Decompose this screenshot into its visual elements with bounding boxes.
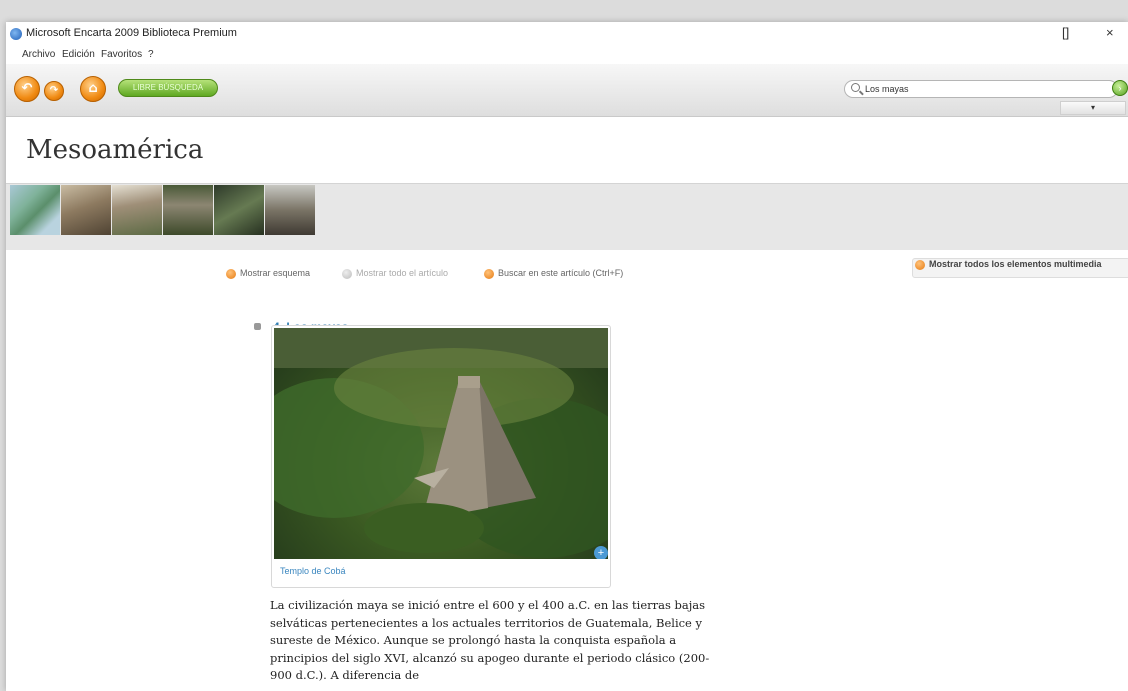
section-figure: + Templo de Cobá	[271, 325, 611, 588]
menu-edicion[interactable]: Edición	[62, 49, 95, 60]
title-bar: Microsoft Encarta 2009 Biblioteca Premiu…	[6, 22, 1128, 46]
thumbnail-map[interactable]	[10, 185, 60, 235]
photo-caption[interactable]: Templo de Cobá	[280, 566, 346, 576]
encarta-window: Microsoft Encarta 2009 Biblioteca Premiu…	[6, 22, 1128, 691]
search-article-icon	[484, 268, 494, 279]
article-header: Mesoamérica	[6, 117, 1128, 184]
search-dropdown-button[interactable]: ▾	[1060, 101, 1126, 115]
show-whole-article-label: Mostrar todo el artículo	[356, 268, 449, 278]
home-button[interactable]: ⌂	[80, 76, 106, 102]
thumbnail-pyramid[interactable]	[61, 185, 111, 235]
search-icon	[851, 83, 860, 92]
show-outline-link[interactable]: Mostrar esquema	[226, 268, 310, 279]
thumbnail-jungle[interactable]	[214, 185, 264, 235]
thumbnail-temple[interactable]	[163, 185, 213, 235]
collapse-icon[interactable]	[254, 323, 261, 331]
article-body-text: La civilización maya se inició entre el …	[270, 598, 710, 682]
show-outline-label: Mostrar esquema	[240, 268, 311, 278]
whole-article-icon	[342, 268, 352, 279]
show-whole-article-link[interactable]: Mostrar todo el artículo	[342, 268, 448, 279]
article-title: Mesoamérica	[26, 135, 204, 165]
search-input[interactable]	[865, 82, 1105, 95]
close-button[interactable]: ×	[1106, 25, 1114, 40]
free-search-button[interactable]: LIBRE BÚSQUEDA	[118, 79, 218, 97]
forward-button[interactable]: ↷	[44, 81, 64, 101]
menu-bar: Archivo Edición Favoritos ?	[6, 46, 1128, 64]
outline-icon	[226, 268, 236, 279]
toolbar: ↶ ↷ ⌂ LIBRE BÚSQUEDA › ▾	[6, 64, 1128, 117]
search-in-article-link[interactable]: Buscar en este artículo (Ctrl+F)	[484, 268, 623, 279]
search-box	[844, 80, 1118, 98]
menu-archivo[interactable]: Archivo	[22, 49, 55, 60]
temple-photo[interactable]: +	[274, 328, 608, 559]
encarta-logo-icon	[10, 28, 22, 40]
menu-help[interactable]: ?	[148, 49, 154, 60]
temple-photo-art	[274, 328, 608, 558]
thumbnail-ruins[interactable]	[112, 185, 162, 235]
thumbnail-strip	[6, 184, 1128, 250]
back-button[interactable]: ↶	[14, 76, 40, 102]
restore-button[interactable]: []	[1062, 25, 1069, 40]
search-in-article-label: Buscar en este artículo (Ctrl+F)	[498, 268, 624, 278]
window-title: Microsoft Encarta 2009 Biblioteca Premiu…	[26, 27, 237, 39]
zoom-icon[interactable]: +	[594, 546, 608, 559]
article-actions: Mostrar esquema Mostrar todo el artículo…	[6, 268, 1128, 288]
search-go-button[interactable]: ›	[1112, 80, 1128, 96]
thumbnail-statue[interactable]	[265, 185, 315, 235]
menu-favoritos[interactable]: Favoritos	[101, 49, 142, 60]
